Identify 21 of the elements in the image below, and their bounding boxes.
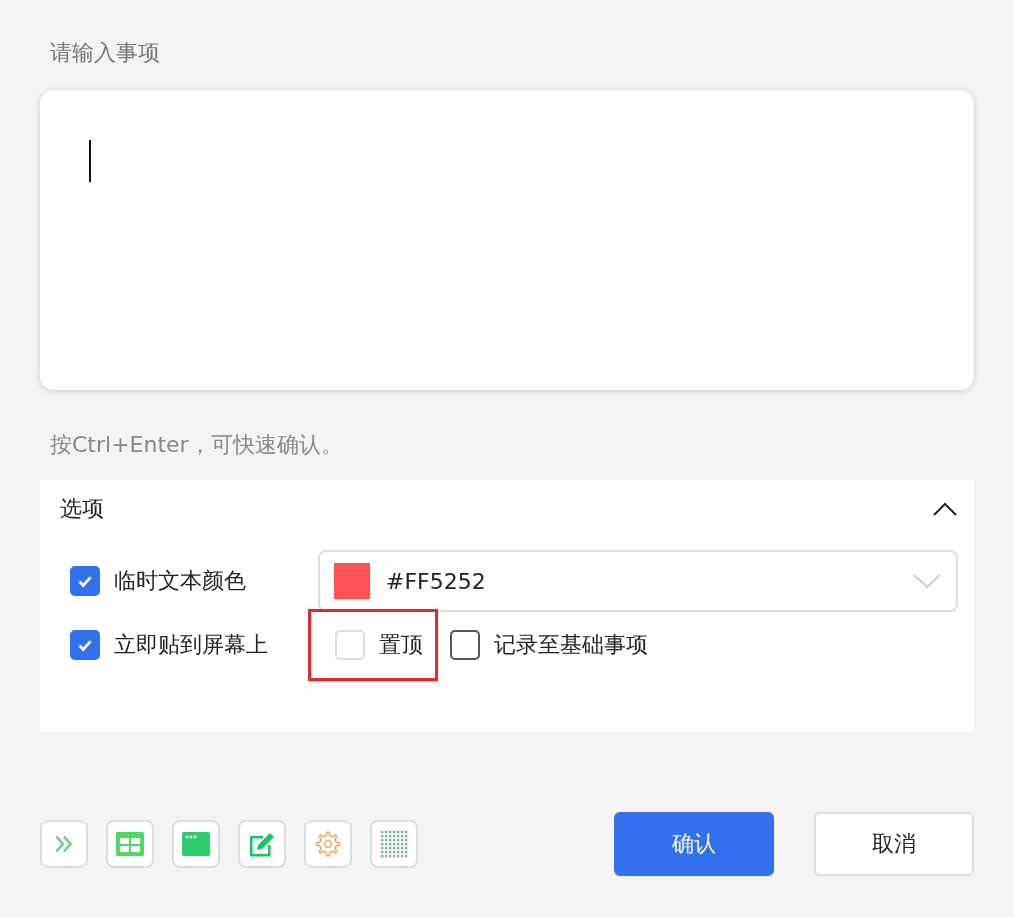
- hint-text: 按Ctrl+Enter，可快速确认。: [50, 431, 344, 459]
- table-icon[interactable]: [106, 820, 154, 868]
- window-icon[interactable]: [172, 820, 220, 868]
- edit-icon[interactable]: [238, 820, 286, 868]
- color-dropdown[interactable]: #FF5252: [318, 550, 958, 612]
- checkbox[interactable]: [70, 566, 100, 596]
- editor-label: 请输入事项: [50, 39, 161, 67]
- confirm-button[interactable]: 确认: [614, 812, 774, 876]
- options-title: 选项: [60, 495, 104, 523]
- checkbox[interactable]: [450, 630, 480, 660]
- grid-icon[interactable]: [370, 820, 418, 868]
- cancel-button[interactable]: 取消: [814, 812, 974, 876]
- checkbox-label: 置顶: [379, 631, 423, 659]
- chevron-down-icon: [912, 572, 942, 590]
- checkbox[interactable]: [70, 630, 100, 660]
- chevron-icon[interactable]: [932, 501, 958, 517]
- checkbox-label: 记录至基础事项: [494, 631, 648, 659]
- gear-icon[interactable]: [304, 820, 352, 868]
- checkbox-label: 临时文本颜色: [114, 567, 246, 595]
- checkbox-label: 立即贴到屏幕上: [114, 631, 268, 659]
- chevrons-icon[interactable]: [40, 820, 88, 868]
